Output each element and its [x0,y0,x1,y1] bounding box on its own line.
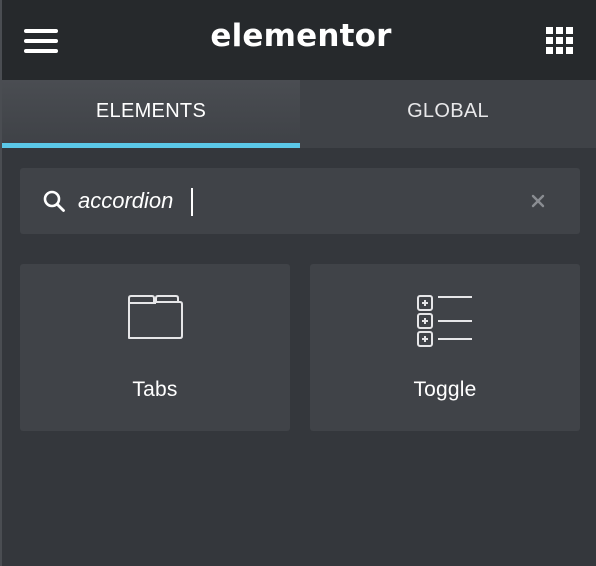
panel-tabs: ELEMENTS GLOBAL [2,80,596,148]
toggle-list-icon [417,295,472,347]
panel-header: elementor [2,0,596,80]
text-caret [191,188,193,216]
brand-logo: elementor [210,18,392,54]
tabs-icon [128,295,183,339]
elementor-panel: elementor ELEMENTS GLOBAL Tabs [0,0,596,566]
search-icon [43,190,65,212]
widget-label: Tabs [132,378,178,401]
search-box [20,168,580,234]
tab-global[interactable]: GLOBAL [300,80,596,148]
widget-tabs[interactable]: Tabs [20,264,290,431]
widget-toggle[interactable]: Toggle [310,264,580,431]
widget-label: Toggle [413,378,477,401]
tab-elements[interactable]: ELEMENTS [2,80,300,148]
grid-apps-icon[interactable] [546,27,574,55]
search-input[interactable] [78,183,498,219]
close-icon[interactable] [528,191,548,211]
